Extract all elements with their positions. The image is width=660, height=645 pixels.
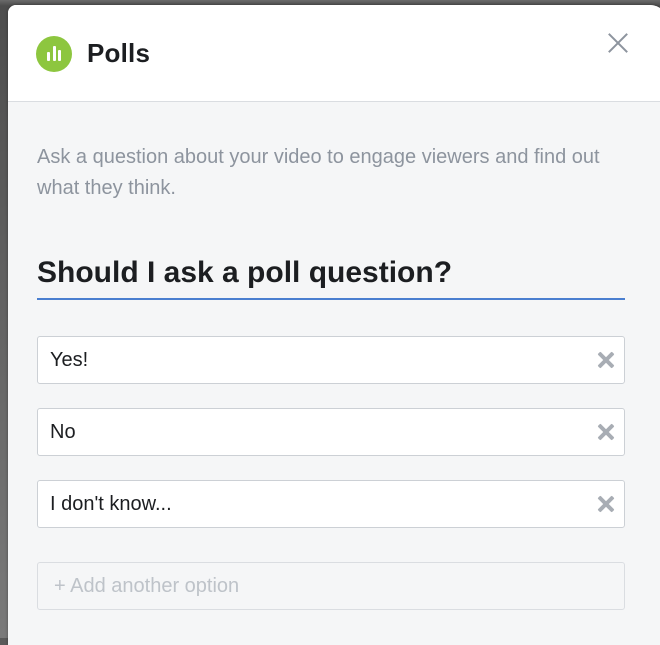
- poll-question-input[interactable]: Should I ask a poll question?: [37, 252, 625, 300]
- poll-option-field[interactable]: No: [37, 408, 625, 456]
- close-icon[interactable]: [604, 29, 632, 57]
- panel-title: Polls: [87, 38, 151, 68]
- poll-icon-bar: [58, 50, 61, 61]
- poll-chart-icon: [36, 36, 72, 72]
- panel-header: Polls: [8, 5, 660, 102]
- poll-option-text: Yes!: [50, 349, 89, 371]
- remove-option-icon[interactable]: [596, 422, 616, 442]
- poll-description: Ask a question about your video to engag…: [37, 146, 600, 199]
- poll-option-text: No: [50, 421, 76, 443]
- poll-icon-bar: [47, 52, 50, 61]
- add-option-placeholder: + Add another option: [54, 575, 240, 597]
- poll-option-field[interactable]: Yes!: [37, 336, 625, 384]
- poll-option-field[interactable]: I don't know...: [37, 480, 625, 528]
- remove-option-icon[interactable]: [596, 350, 616, 370]
- remove-option-icon[interactable]: [596, 494, 616, 514]
- poll-icon-bar: [52, 46, 56, 61]
- add-option-input[interactable]: + Add another option: [37, 562, 625, 610]
- polls-panel: Polls Ask a question about your video to…: [8, 5, 660, 645]
- poll-option-text: I don't know...: [50, 493, 172, 515]
